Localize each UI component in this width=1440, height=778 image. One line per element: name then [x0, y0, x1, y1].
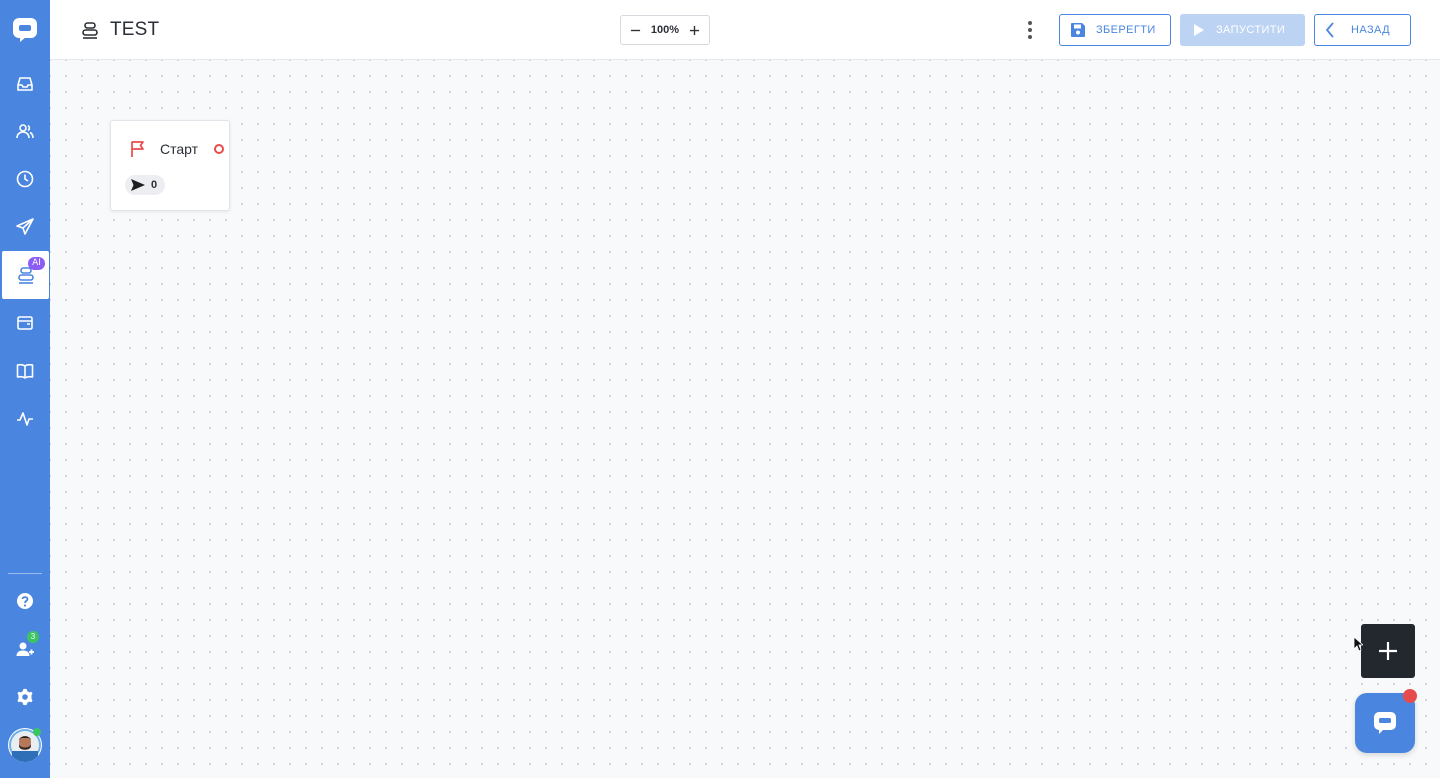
save-icon	[1071, 23, 1085, 37]
inbox-icon	[17, 77, 33, 91]
bot-icon	[80, 20, 100, 40]
knowledge-base-icon	[16, 363, 34, 379]
broadcast-icon	[16, 218, 34, 235]
analytics-icon	[17, 412, 33, 426]
sidebar-item-wallet[interactable]	[0, 299, 50, 347]
zoom-level: 100%	[650, 24, 680, 36]
contacts-icon	[16, 124, 34, 139]
online-status-dot	[33, 728, 41, 736]
sidebar-item-bot-builder[interactable]: AI	[2, 251, 49, 299]
sidebar-item-settings[interactable]	[0, 673, 50, 721]
zoom-in-button[interactable]	[687, 22, 703, 38]
node-title: Старт	[160, 141, 199, 157]
team-count-badge: 3	[27, 631, 39, 643]
mouse-cursor-icon	[1353, 636, 1363, 652]
history-icon	[16, 170, 34, 188]
help-icon	[17, 593, 33, 609]
sent-count: 0	[151, 179, 158, 191]
sidebar-item-inbox[interactable]	[0, 60, 50, 108]
flag-icon	[129, 140, 147, 158]
ai-badge: AI	[28, 257, 45, 270]
back-label: НАЗАД	[1351, 24, 1390, 36]
chat-notification-dot	[1403, 689, 1417, 703]
zoom-out-button[interactable]	[627, 22, 643, 38]
more-options-button[interactable]	[1022, 18, 1038, 42]
send-icon	[131, 179, 145, 191]
more-options-icon	[1028, 21, 1032, 25]
wallet-icon	[17, 316, 33, 330]
back-button[interactable]: НАЗАД	[1314, 14, 1411, 46]
plus-icon	[1379, 642, 1397, 660]
sidebar-item-analytics[interactable]	[0, 395, 50, 443]
sidebar-item-broadcast[interactable]	[0, 203, 50, 251]
sidebar-item-knowledge-base[interactable]	[0, 347, 50, 395]
zoom-control: 100%	[620, 15, 710, 45]
sidebar-item-team[interactable]: 3	[0, 625, 50, 673]
sidebar-divider	[8, 573, 42, 574]
sidebar: AI 3	[0, 0, 50, 778]
chevron-left-icon	[1325, 22, 1334, 38]
sidebar-item-history[interactable]	[0, 155, 50, 203]
settings-icon	[17, 688, 33, 706]
editor-header: TEST 100% ЗБЕРЕГТИ ЗАПУСТИТИ НАЗАД	[50, 0, 1440, 60]
sidebar-item-contacts[interactable]	[0, 107, 50, 155]
flow-canvas[interactable]: Старт 0	[50, 60, 1440, 778]
sidebar-item-help[interactable]	[0, 577, 50, 625]
chat-icon	[1374, 712, 1396, 734]
play-icon	[1194, 24, 1204, 36]
minus-icon	[630, 29, 640, 31]
start-node[interactable]: Старт 0	[110, 120, 230, 211]
sent-count-pill: 0	[125, 175, 166, 195]
app-logo-icon[interactable]	[11, 16, 39, 44]
add-block-button[interactable]	[1361, 624, 1415, 678]
save-label: ЗБЕРЕГТИ	[1096, 24, 1156, 36]
save-button[interactable]: ЗБЕРЕГТИ	[1059, 14, 1171, 46]
node-output-port[interactable]	[214, 144, 224, 154]
run-button[interactable]: ЗАПУСТИТИ	[1180, 14, 1305, 46]
run-label: ЗАПУСТИТИ	[1216, 24, 1286, 36]
page-title: TEST	[110, 19, 160, 40]
plus-icon	[690, 25, 700, 35]
